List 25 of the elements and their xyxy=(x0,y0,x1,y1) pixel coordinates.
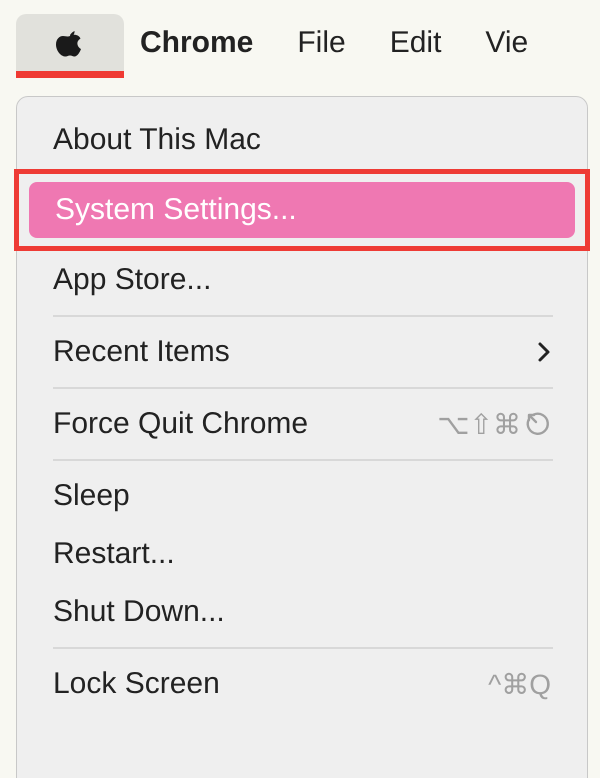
menu-item-label: Recent Items xyxy=(53,335,230,369)
menu-item[interactable]: Restart... xyxy=(27,525,577,583)
menu-item[interactable]: Force Quit Chrome ⌥⇧⌘ xyxy=(27,395,577,453)
menu-item-label: System Settings... xyxy=(55,193,297,227)
menu-item-label: Sleep xyxy=(53,479,130,513)
menu-item-label: About This Mac xyxy=(53,123,261,157)
menu-item[interactable]: Recent Items xyxy=(27,323,577,381)
apple-menu[interactable] xyxy=(16,14,124,78)
keyboard-shortcut: ⌥⇧⌘ xyxy=(437,408,521,440)
chevron-right-icon xyxy=(537,341,551,363)
menu-item[interactable]: About This Mac xyxy=(27,111,577,169)
menu-item-label: App Store... xyxy=(53,263,212,297)
menu-item[interactable]: Sleep xyxy=(27,467,577,525)
menu-item[interactable]: App Store... xyxy=(27,251,577,309)
menu-item-label: Lock Screen xyxy=(53,667,220,701)
menu-bar-item[interactable]: Edit xyxy=(374,14,470,78)
menu-item-label: Restart... xyxy=(53,537,175,571)
menu-bar-item[interactable]: File xyxy=(281,14,374,78)
menu-item-label: Shut Down... xyxy=(53,595,225,629)
menu-bar-item[interactable]: Chrome xyxy=(124,14,282,78)
keyboard-shortcut: ^⌘Q xyxy=(488,668,551,700)
menu-bar-item[interactable]: Vie xyxy=(469,14,556,78)
menu-item[interactable]: Shut Down... xyxy=(27,583,577,641)
menu-item[interactable]: Lock Screen ^⌘Q xyxy=(27,655,577,713)
menu-item-label: Force Quit Chrome xyxy=(53,407,308,441)
